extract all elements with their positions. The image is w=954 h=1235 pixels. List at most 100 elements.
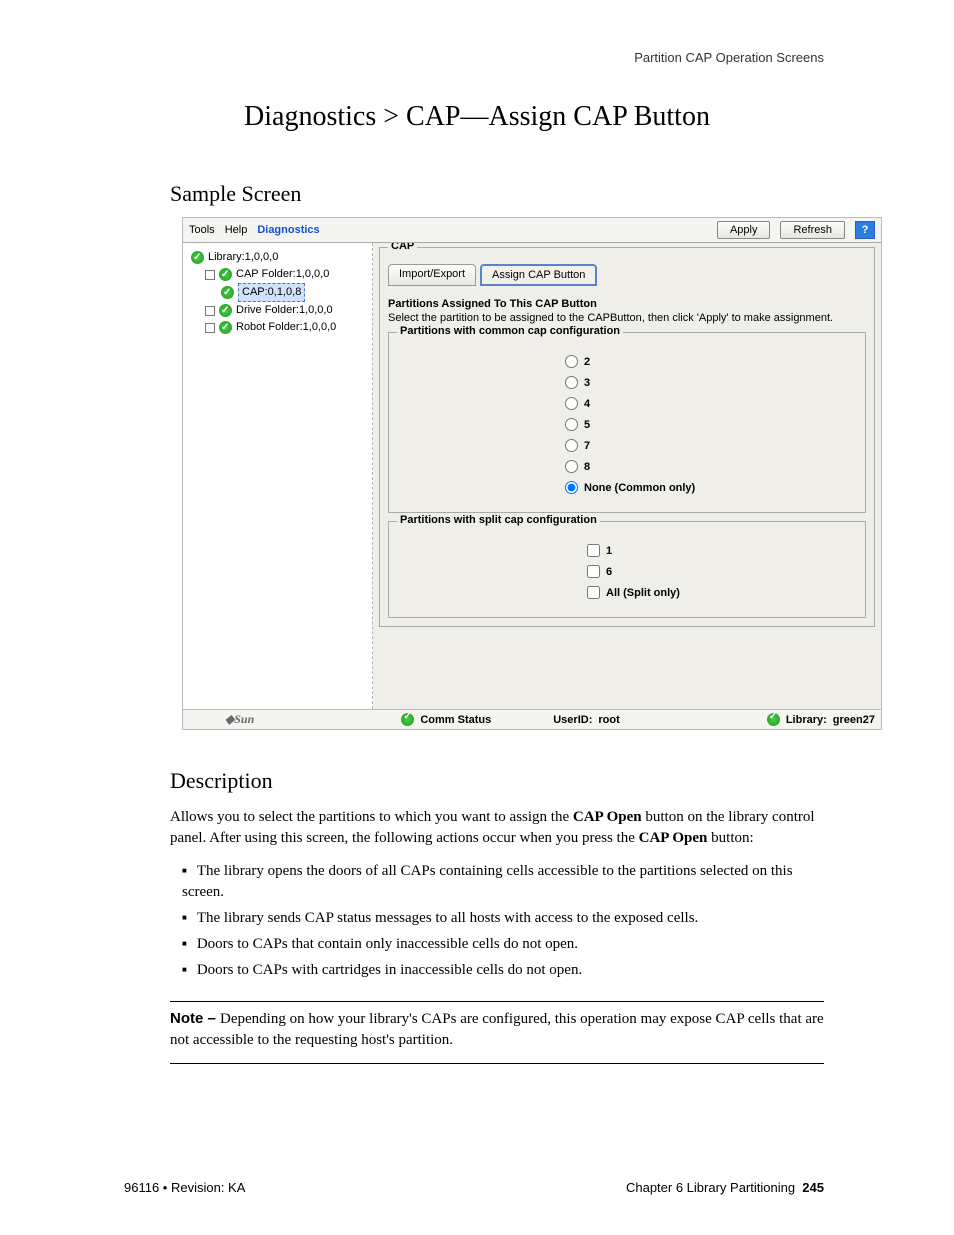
footer-left: 96116 • Revision: KA <box>124 1180 245 1195</box>
right-panel: CAP Import/Export Assign CAP Button Part… <box>373 243 881 709</box>
status-ok-icon <box>767 713 780 726</box>
help-icon[interactable]: ? <box>855 221 875 239</box>
radio-option[interactable]: 2 <box>397 355 857 368</box>
tab-import-export[interactable]: Import/Export <box>388 264 476 286</box>
menubar: Tools Help Diagnostics Apply Refresh ? <box>182 217 882 243</box>
tree-node-drive-folder[interactable]: Drive Folder:1,0,0,0 <box>187 302 368 319</box>
menu-diagnostics[interactable]: Diagnostics <box>257 224 319 236</box>
status-userid-label: UserID: <box>553 714 592 726</box>
tree-label: Library:1,0,0,0 <box>208 249 278 266</box>
radio-label: 2 <box>584 356 590 368</box>
checkbox-label: All (Split only) <box>606 587 680 599</box>
common-cap-legend: Partitions with common cap configuration <box>397 325 623 337</box>
menu-help[interactable]: Help <box>225 224 248 236</box>
status-userid-value: root <box>598 714 619 726</box>
radio-option[interactable]: 3 <box>397 376 857 389</box>
checkbox-option[interactable]: 1 <box>397 544 857 557</box>
page-footer: 96116 • Revision: KA Chapter 6 Library P… <box>60 1180 894 1195</box>
sun-logo: ◆Sun <box>189 712 254 727</box>
split-cap-legend: Partitions with split cap configuration <box>397 514 600 526</box>
status-ok-icon <box>401 713 414 726</box>
section-heading-sample: Sample Screen <box>170 181 894 207</box>
tree-node-cap-folder[interactable]: CAP Folder:1,0,0,0 <box>187 266 368 283</box>
cap-group: CAP Import/Export Assign CAP Button Part… <box>379 247 875 627</box>
checkbox-label: 1 <box>606 545 612 557</box>
radio-option[interactable]: 5 <box>397 418 857 431</box>
radio-label: None (Common only) <box>584 482 695 494</box>
app-body: Library:1,0,0,0 CAP Folder:1,0,0,0 CAP:0… <box>182 243 882 710</box>
checkbox-option[interactable]: 6 <box>397 565 857 578</box>
description-block: Description Allows you to select the par… <box>170 766 824 1064</box>
note-label: Note – <box>170 1010 220 1027</box>
footer-page-number: 245 <box>802 1180 824 1195</box>
bullet-item: Doors to CAPs with cartridges in inacces… <box>182 960 824 981</box>
radio-input[interactable] <box>565 439 578 452</box>
tree-node-robot-folder[interactable]: Robot Folder:1,0,0,0 <box>187 319 368 336</box>
status-library-label: Library: <box>786 714 827 726</box>
tree-toggle-closed-icon[interactable] <box>205 323 215 333</box>
cap-group-legend: CAP <box>388 243 417 252</box>
radio-input[interactable] <box>565 460 578 473</box>
status-ok-icon <box>219 268 232 281</box>
app-window: Tools Help Diagnostics Apply Refresh ? L… <box>182 217 882 730</box>
radio-option[interactable]: 8 <box>397 460 857 473</box>
note-block: Note – Depending on how your library's C… <box>170 1008 824 1051</box>
tree-panel: Library:1,0,0,0 CAP Folder:1,0,0,0 CAP:0… <box>183 243 373 709</box>
status-ok-icon <box>219 321 232 334</box>
page: Partition CAP Operation Screens Diagnost… <box>0 0 954 1235</box>
page-title: Diagnostics > CAP—Assign CAP Button <box>60 101 894 133</box>
radio-input[interactable] <box>565 418 578 431</box>
tree-toggle-closed-icon[interactable] <box>205 306 215 316</box>
radio-option-none[interactable]: None (Common only) <box>397 481 857 494</box>
radio-label: 5 <box>584 419 590 431</box>
status-comm: Comm Status <box>420 714 491 726</box>
tree-toggle-open-icon[interactable] <box>205 270 215 280</box>
divider <box>170 1001 824 1002</box>
footer-right: Chapter 6 Library Partitioning 245 <box>626 1180 824 1195</box>
tree-label: Drive Folder:1,0,0,0 <box>236 302 333 319</box>
text-bold: CAP Open <box>639 830 708 846</box>
radio-option[interactable]: 4 <box>397 397 857 410</box>
radio-input[interactable] <box>565 376 578 389</box>
apply-button[interactable]: Apply <box>717 221 771 239</box>
bullet-item: The library opens the doors of all CAPs … <box>182 861 824 903</box>
running-header: Partition CAP Operation Screens <box>60 50 824 65</box>
bullet-list: The library opens the doors of all CAPs … <box>170 861 824 981</box>
text: Allows you to select the partitions to w… <box>170 809 573 825</box>
radio-label: 3 <box>584 377 590 389</box>
radio-input[interactable] <box>565 355 578 368</box>
checkbox-input[interactable] <box>587 544 600 557</box>
divider <box>170 1063 824 1064</box>
radio-label: 4 <box>584 398 590 410</box>
tabbar: Import/Export Assign CAP Button <box>388 264 866 286</box>
checkbox-input[interactable] <box>587 586 600 599</box>
common-cap-group: Partitions with common cap configuration… <box>388 332 866 513</box>
split-cap-group: Partitions with split cap configuration … <box>388 521 866 618</box>
tree-node-library[interactable]: Library:1,0,0,0 <box>187 249 368 266</box>
menu-tools[interactable]: Tools <box>189 224 215 236</box>
radio-input[interactable] <box>565 481 578 494</box>
footer-chapter: Chapter 6 Library Partitioning <box>626 1180 795 1195</box>
radio-label: 8 <box>584 461 590 473</box>
refresh-button[interactable]: Refresh <box>780 221 845 239</box>
checkbox-input[interactable] <box>587 565 600 578</box>
radio-option[interactable]: 7 <box>397 439 857 452</box>
checkbox-option-all[interactable]: All (Split only) <box>397 586 857 599</box>
bullet-item: Doors to CAPs that contain only inaccess… <box>182 934 824 955</box>
radio-label: 7 <box>584 440 590 452</box>
text: button: <box>707 830 753 846</box>
status-ok-icon <box>219 304 232 317</box>
partitions-heading: Partitions Assigned To This CAP Button <box>388 298 866 310</box>
note-text: Depending on how your library's CAPs are… <box>170 1011 824 1048</box>
radio-input[interactable] <box>565 397 578 410</box>
description-paragraph: Allows you to select the partitions to w… <box>170 807 824 849</box>
status-ok-icon <box>191 251 204 264</box>
tree-node-cap[interactable]: CAP:0,1,0,8 <box>187 283 368 302</box>
tree-label: Robot Folder:1,0,0,0 <box>236 319 336 336</box>
partitions-description: Select the partition to be assigned to t… <box>388 312 866 324</box>
text-bold: CAP Open <box>573 809 642 825</box>
checkbox-label: 6 <box>606 566 612 578</box>
tab-assign-cap-button[interactable]: Assign CAP Button <box>480 264 597 286</box>
statusbar: ◆Sun Comm Status UserID: root Library:gr… <box>182 710 882 730</box>
section-heading-description: Description <box>170 766 824 797</box>
